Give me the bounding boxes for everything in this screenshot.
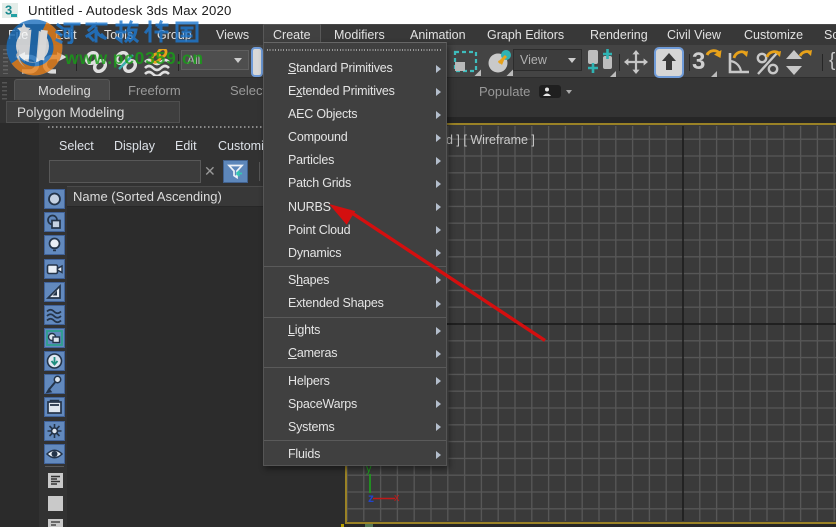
- svg-text:x: x: [394, 492, 400, 504]
- svg-text:z: z: [368, 491, 374, 505]
